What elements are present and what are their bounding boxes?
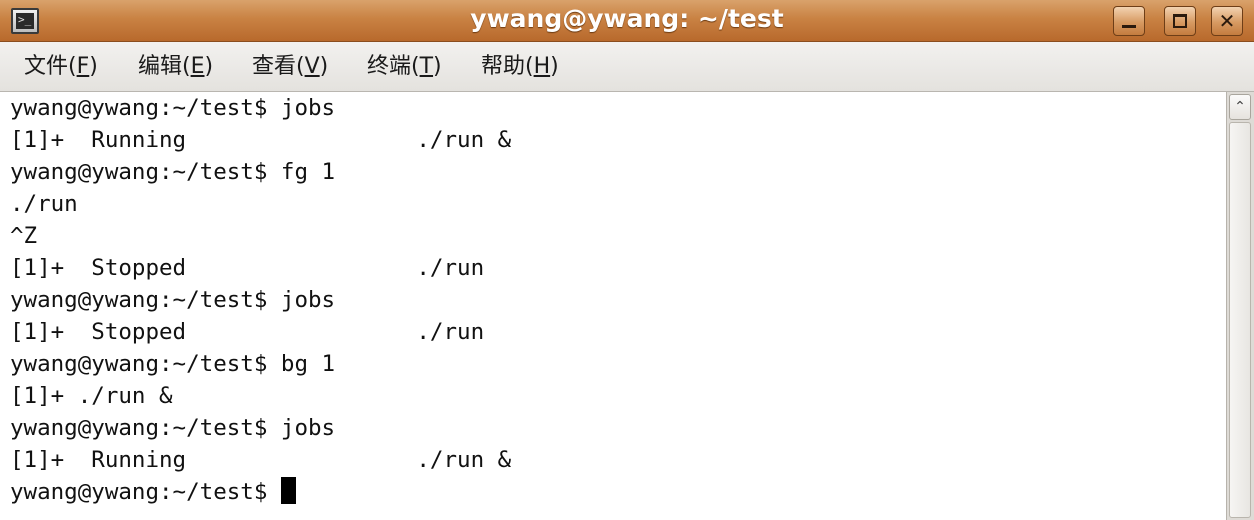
menu-file[interactable]: 文件(F) (24, 42, 98, 92)
menu-help[interactable]: 帮助(H) (481, 42, 559, 92)
terminal-line: [1]+ Stopped ./run (10, 319, 485, 345)
scroll-thumb[interactable] (1229, 122, 1251, 518)
minimize-icon (1122, 25, 1136, 28)
menu-view-key: V (304, 54, 320, 79)
terminal-line: [1]+ Running ./run & (10, 447, 512, 473)
terminal-line: [1]+ Stopped ./run (10, 255, 485, 281)
scroll-up-button[interactable]: ⌃ (1229, 94, 1251, 120)
menu-terminal-label: 终端( (367, 54, 420, 79)
window-title: ywang@ywang: ~/test (470, 4, 784, 33)
menu-view[interactable]: 查看(V) (252, 42, 328, 92)
terminal-output[interactable]: ywang@ywang:~/test$ jobs [1]+ Running ./… (0, 92, 1226, 520)
text-cursor (280, 477, 296, 504)
menu-file-key: F (76, 54, 90, 79)
close-icon: ✕ (1218, 9, 1236, 33)
menu-edit-label: 编辑( (138, 54, 191, 79)
terminal-line: ywang@ywang:~/test$ bg 1 (10, 351, 336, 377)
maximize-icon (1173, 14, 1187, 28)
menu-bar: 文件(F) 编辑(E) 查看(V) 终端(T) 帮助(H) (0, 42, 1254, 92)
menu-terminal-key: T (419, 54, 434, 79)
menu-edit-key: E (190, 54, 205, 79)
terminal-line: [1]+ Running ./run & (10, 127, 512, 153)
minimize-button[interactable] (1113, 6, 1145, 36)
terminal-line: ywang@ywang:~/test$ jobs (10, 415, 336, 441)
terminal-prompt-line[interactable]: ywang@ywang:~/test$ (10, 476, 296, 508)
maximize-button[interactable] (1164, 6, 1196, 36)
terminal-line: ./run (10, 191, 78, 217)
menu-terminal-tail: ) (433, 54, 442, 79)
close-button[interactable]: ✕ (1211, 6, 1243, 36)
menu-view-label: 查看( (252, 54, 305, 79)
menu-edit[interactable]: 编辑(E) (138, 42, 213, 92)
terminal-line: ^Z (10, 223, 38, 249)
menu-terminal[interactable]: 终端(T) (367, 42, 442, 92)
title-bar[interactable]: >_ ywang@ywang: ~/test ✕ (0, 0, 1254, 42)
terminal-line: [1]+ ./run & (10, 383, 173, 409)
menu-help-tail: ) (550, 54, 559, 79)
chevron-up-icon: ⌃ (1234, 99, 1246, 115)
terminal-line: ywang@ywang:~/test$ jobs (10, 95, 336, 121)
menu-file-label: 文件( (24, 54, 77, 79)
menu-view-tail: ) (319, 54, 329, 79)
menu-help-label: 帮助( (481, 54, 534, 79)
terminal-line: ywang@ywang:~/test$ jobs (10, 287, 336, 313)
vertical-scrollbar[interactable]: ⌃ (1226, 92, 1254, 520)
menu-file-tail: ) (89, 54, 98, 79)
menu-edit-tail: ) (204, 54, 214, 79)
terminal-line: ywang@ywang:~/test$ fg 1 (10, 159, 336, 185)
terminal-prompt: ywang@ywang:~/test$ (10, 479, 281, 505)
menu-help-key: H (533, 54, 551, 79)
